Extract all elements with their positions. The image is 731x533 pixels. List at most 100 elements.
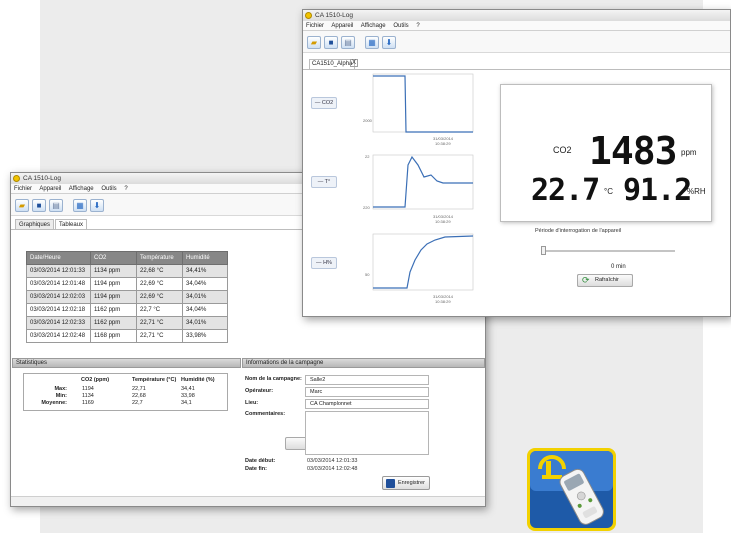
menu-bar: Fichier Appareil Affichage Outils ? (303, 21, 730, 31)
table-cell: 22,68 °C (136, 264, 183, 278)
download-icon[interactable]: ⬇ (90, 199, 104, 212)
table-header-row: Date/Heure CO2 Température Humidité (26, 251, 228, 265)
menu-appareil[interactable]: Appareil (331, 23, 353, 29)
slider-handle[interactable] (541, 246, 546, 255)
menu-fichier[interactable]: Fichier (14, 186, 32, 192)
title-bar: CA 1510-Log (303, 10, 730, 21)
open-folder-icon[interactable]: ▰ (307, 36, 321, 49)
menu-affichage[interactable]: Affichage (69, 186, 94, 192)
operator-label: Opérateur: (245, 388, 274, 394)
app-icon (13, 175, 20, 182)
column-header-humidity[interactable]: Humidité (182, 251, 228, 265)
menu-outils[interactable]: Outils (393, 23, 408, 29)
refresh-button[interactable]: ⟳ Rafraîchir (577, 274, 633, 287)
column-header-temperature[interactable]: Température (136, 251, 183, 265)
temperature-unit: °C (604, 187, 613, 196)
stats-min-temp: 22,68 (132, 393, 146, 399)
menu-affichage[interactable]: Affichage (361, 23, 386, 29)
stats-col-co2: CO2 (ppm) (81, 377, 110, 383)
app-icon (305, 12, 312, 19)
channel-humidity-button[interactable]: — H% (311, 257, 337, 269)
menu-fichier[interactable]: Fichier (306, 23, 324, 29)
table-row[interactable]: 03/03/2014 12:02:33 1162 ppm 22,71 °C 34… (26, 316, 228, 330)
calendar-icon[interactable]: ▦ (73, 199, 87, 212)
temp-axis-time: 10:38:29 (435, 219, 451, 224)
temp-axis-label-top: 22 (365, 154, 370, 159)
campaign-name-field[interactable]: Salle2 (305, 375, 429, 385)
close-tab-icon[interactable]: X (350, 59, 358, 67)
chauvin-arnoux-logo (527, 448, 616, 531)
table-cell: 03/03/2014 12:02:33 (26, 316, 91, 330)
save-button-label: Enregistrer (398, 480, 425, 486)
table-row[interactable]: 03/03/2014 12:01:33 1134 ppm 22,68 °C 34… (26, 264, 228, 278)
comments-label: Commentaires: (245, 411, 286, 417)
table-row[interactable]: 03/03/2014 12:02:03 1194 ppm 22,69 °C 34… (26, 290, 228, 304)
stats-max-hum: 34,41 (181, 386, 195, 392)
menu-outils[interactable]: Outils (101, 186, 116, 192)
document-icon[interactable]: ▤ (49, 199, 63, 212)
menu-help[interactable]: ? (416, 23, 419, 29)
stats-max-label: Max: (54, 386, 67, 392)
table-cell: 03/03/2014 12:02:48 (26, 329, 91, 343)
refresh-button-label: Rafraîchir (595, 277, 619, 283)
table-cell: 33,98% (182, 329, 228, 343)
humidity-trend-chart: 50 31/03/2014 10:38:29 (365, 233, 474, 304)
table-row[interactable]: 03/03/2014 12:02:48 1168 ppm 22,71 °C 33… (26, 329, 228, 343)
co2-trend-chart: 2000 31/03/2014 10:38:29 (363, 73, 474, 146)
calendar-icon[interactable]: ▦ (365, 36, 379, 49)
toolbar: ▰ ■ ▤ ↻ ▦ ⬇ (303, 31, 730, 287)
table-row[interactable]: 03/03/2014 12:01:48 1194 ppm 22,69 °C 34… (26, 277, 228, 291)
save-icon[interactable]: ■ (324, 36, 338, 49)
status-bar (11, 496, 485, 506)
table-cell: 1168 ppm (90, 329, 137, 343)
period-slider[interactable] (541, 246, 675, 255)
period-value: 0 min (611, 264, 626, 270)
table-cell: 1194 ppm (90, 277, 137, 291)
window-title: CA 1510-Log (315, 12, 353, 19)
menu-help[interactable]: ? (124, 186, 127, 192)
stats-max-temp: 22,71 (132, 386, 146, 392)
stats-min-hum: 33,98 (181, 393, 195, 399)
temperature-trend-chart: 22 220 31/03/2014 10:38:29 (363, 154, 474, 224)
tab-graphiques[interactable]: Graphiques (15, 219, 55, 229)
table-cell: 22,69 °C (136, 290, 183, 304)
table-cell: 03/03/2014 12:02:18 (26, 303, 91, 317)
window-title: CA 1510-Log (23, 175, 61, 182)
table-cell: 34,04% (182, 303, 228, 317)
table-cell: 03/03/2014 12:01:48 (26, 277, 91, 291)
temperature-reading: 22.7 (531, 173, 600, 208)
stats-avg-label: Moyenne: (41, 400, 67, 406)
table-cell: 03/03/2014 12:01:33 (26, 264, 91, 278)
stats-col-temperature: Température (°C) (132, 377, 177, 383)
table-row[interactable]: 03/03/2014 12:02:18 1162 ppm 22,7 °C 34,… (26, 303, 228, 317)
start-date-value: 03/03/2014 12:01:33 (307, 458, 358, 464)
channel-temperature-button[interactable]: — T° (311, 176, 337, 188)
table-cell: 03/03/2014 12:02:03 (26, 290, 91, 304)
channel-co2-button[interactable]: — CO2 (311, 97, 337, 109)
tab-tableaux[interactable]: Tableaux (55, 219, 88, 229)
humidity-unit: %RH (687, 187, 706, 196)
column-header-co2[interactable]: CO2 (90, 251, 137, 265)
table-cell: 1134 ppm (90, 264, 137, 278)
save-icon[interactable]: ■ (32, 199, 46, 212)
co2-unit: ppm (681, 148, 697, 157)
statistics-box: CO2 (ppm) Température (°C) Humidité (%) … (23, 373, 228, 411)
document-icon[interactable]: ▤ (341, 36, 355, 49)
stats-avg-hum: 34,1 (181, 400, 192, 406)
table-cell: 34,41% (182, 264, 228, 278)
open-folder-icon[interactable]: ▰ (15, 199, 29, 212)
stats-min-label: Min: (55, 393, 67, 399)
end-date-label: Date fin: (245, 466, 267, 472)
save-button[interactable]: Enregistrer (382, 476, 430, 490)
comments-field[interactable] (305, 411, 429, 455)
period-label: Période d'interrogation de l'appareil (535, 228, 622, 234)
operator-field[interactable]: Marc (305, 387, 429, 397)
floppy-icon (386, 479, 395, 488)
realtime-window: CA 1510-Log Fichier Appareil Affichage O… (302, 9, 731, 317)
column-header-datetime[interactable]: Date/Heure (26, 251, 91, 265)
download-icon[interactable]: ⬇ (382, 36, 396, 49)
place-field[interactable]: CA Champlonnet (305, 399, 429, 409)
tab-device[interactable]: CA1510_Alpha (309, 59, 356, 69)
stats-max-co2: 1194 (82, 386, 94, 392)
menu-appareil[interactable]: Appareil (39, 186, 61, 192)
